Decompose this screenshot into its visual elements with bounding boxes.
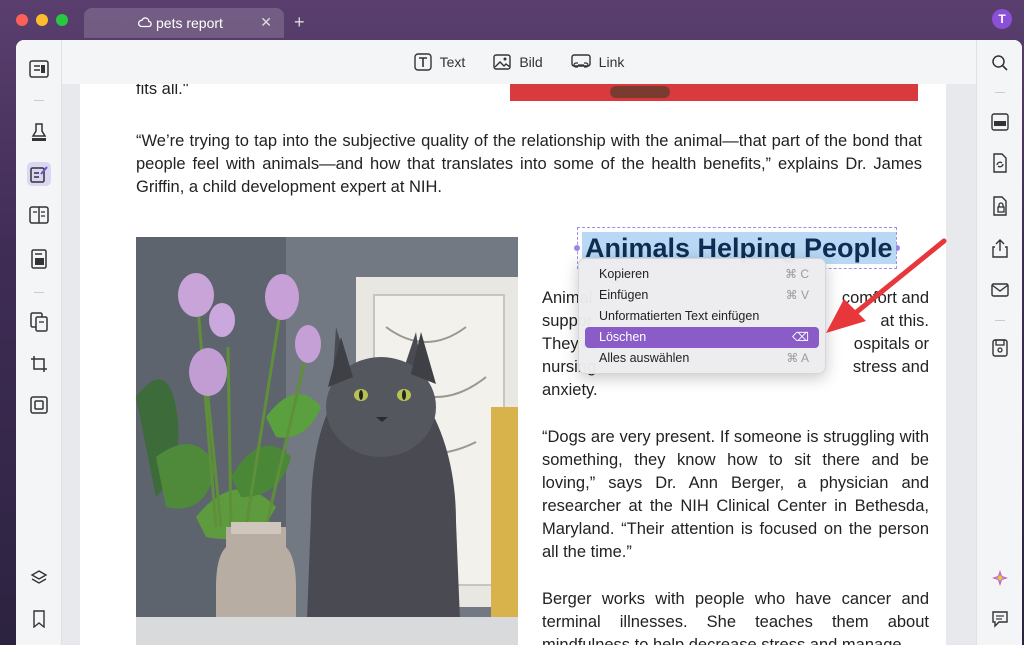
menu-item-shortcut: ⌘ A bbox=[786, 351, 809, 365]
zoom-window-button[interactable] bbox=[56, 14, 68, 26]
share-icon[interactable] bbox=[988, 236, 1012, 260]
right-sidebar bbox=[976, 40, 1022, 645]
copy-pages-icon[interactable] bbox=[27, 310, 51, 334]
menu-item-label: Löschen bbox=[599, 330, 647, 344]
close-tab-icon[interactable]: ✕ bbox=[260, 14, 272, 31]
annotation-arrow-icon bbox=[826, 238, 947, 333]
link-tool-label: Link bbox=[598, 54, 625, 70]
edit-toolbar: Text Bild Link bbox=[62, 40, 976, 84]
ai-assistant-icon[interactable] bbox=[988, 566, 1012, 590]
minimize-window-button[interactable] bbox=[36, 14, 48, 26]
new-tab-icon[interactable]: + bbox=[294, 12, 305, 33]
text-block[interactable]: “We’re trying to tap into the subjective… bbox=[136, 130, 922, 199]
add-link-button[interactable]: Link bbox=[570, 54, 625, 70]
text-tool-label: Text bbox=[439, 54, 466, 70]
selection-handle[interactable] bbox=[574, 245, 580, 251]
left-sidebar bbox=[16, 40, 62, 645]
sidebar-divider bbox=[34, 100, 44, 101]
text-line: stress and bbox=[852, 358, 929, 376]
edit-text-icon[interactable] bbox=[27, 162, 51, 186]
mail-icon[interactable] bbox=[988, 278, 1012, 302]
app-window: Text Bild Link fits all." “We’re trying … bbox=[16, 40, 1022, 645]
organize-pages-icon[interactable] bbox=[27, 203, 51, 227]
text-block[interactable]: fits all." bbox=[136, 84, 189, 101]
avatar[interactable]: T bbox=[992, 9, 1012, 29]
sidebar-divider bbox=[34, 292, 44, 293]
image-detail bbox=[610, 86, 670, 98]
sidebar-divider bbox=[995, 320, 1005, 321]
crop-icon[interactable] bbox=[27, 352, 51, 376]
menu-item-label: Unformatierten Text einfügen bbox=[599, 309, 760, 323]
bookmark-icon[interactable] bbox=[27, 607, 51, 631]
layers-icon[interactable] bbox=[27, 566, 51, 590]
text-block[interactable]: “Dogs are very present. If someone is st… bbox=[542, 426, 929, 564]
link-tool-icon bbox=[570, 54, 591, 68]
delete-key-icon: ⌫ bbox=[792, 330, 809, 344]
menu-item-label: Einfügen bbox=[599, 288, 649, 302]
sidebar-divider bbox=[995, 92, 1005, 93]
ocr-icon[interactable] bbox=[988, 110, 1012, 134]
text-line: anxiety. bbox=[542, 381, 598, 399]
add-text-button[interactable]: Text bbox=[413, 53, 466, 71]
cloud-icon bbox=[138, 17, 152, 28]
compress-icon[interactable] bbox=[27, 393, 51, 417]
tab-title: pets report bbox=[156, 15, 223, 31]
image-tool-icon bbox=[493, 54, 512, 70]
header-image bbox=[510, 84, 918, 101]
close-window-button[interactable] bbox=[16, 14, 28, 26]
save-icon[interactable] bbox=[988, 336, 1012, 360]
search-icon[interactable] bbox=[988, 51, 1012, 75]
menu-item-shortcut: ⌘ V bbox=[785, 288, 809, 302]
comment-icon[interactable] bbox=[988, 607, 1012, 631]
menu-item-select-all[interactable]: Alles auswählen ⌘ A bbox=[585, 348, 819, 369]
highlighter-icon[interactable] bbox=[27, 120, 51, 144]
menu-item-delete[interactable]: Löschen ⌫ bbox=[585, 327, 819, 348]
form-icon[interactable] bbox=[27, 247, 51, 271]
document-viewport[interactable]: fits all." “We’re trying to tap into the… bbox=[62, 84, 1004, 645]
add-image-button[interactable]: Bild bbox=[493, 54, 543, 70]
image-tool-label: Bild bbox=[519, 54, 543, 70]
menu-item-label: Kopieren bbox=[599, 267, 650, 281]
menu-item-shortcut: ⌘ C bbox=[785, 267, 809, 281]
menu-item-copy[interactable]: Kopieren ⌘ C bbox=[585, 264, 819, 285]
menu-item-paste-plain[interactable]: Unformatierten Text einfügen bbox=[585, 306, 819, 327]
reader-icon[interactable] bbox=[27, 57, 51, 81]
text-block[interactable]: Berger works with people who have cancer… bbox=[542, 588, 929, 645]
title-bar: pets report ✕ + T bbox=[0, 0, 1024, 40]
cat-photo[interactable] bbox=[136, 237, 518, 645]
text-line: ospitals or bbox=[853, 335, 929, 353]
text-tool-icon bbox=[413, 53, 432, 71]
menu-item-paste[interactable]: Einfügen ⌘ V bbox=[585, 285, 819, 306]
document-tab[interactable]: pets report ✕ bbox=[84, 8, 284, 38]
protect-icon[interactable] bbox=[988, 194, 1012, 218]
menu-item-label: Alles auswählen bbox=[599, 351, 690, 365]
convert-icon[interactable] bbox=[988, 151, 1012, 175]
context-menu: Kopieren ⌘ C Einfügen ⌘ V Unformatierten T… bbox=[578, 258, 826, 374]
